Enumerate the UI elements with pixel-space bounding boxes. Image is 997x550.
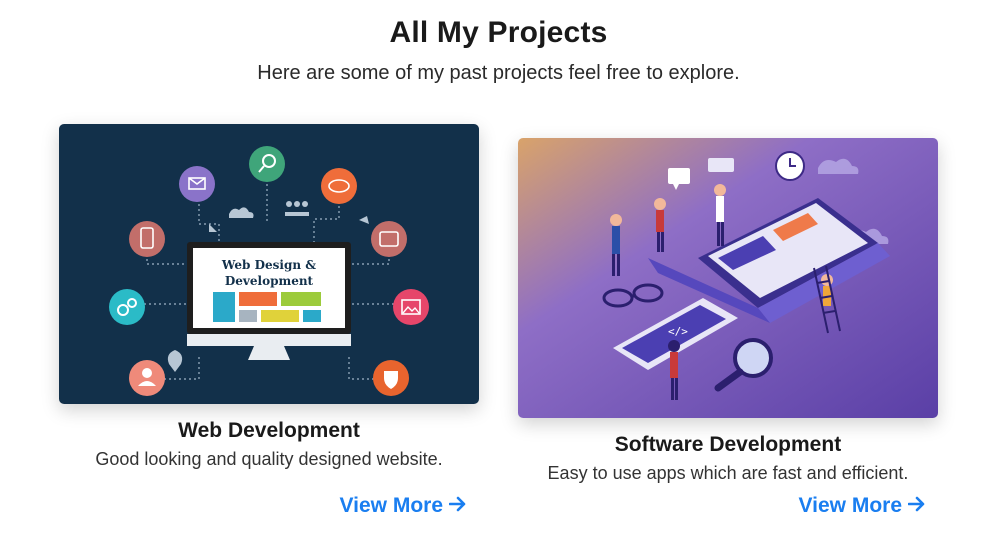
- svg-text:</>: </>: [668, 325, 688, 338]
- arrow-right-icon: [907, 494, 926, 518]
- page-title: All My Projects: [389, 16, 608, 49]
- project-title: Web Development: [178, 419, 360, 442]
- project-card-web-development: Web Design & Development Web Development…: [59, 124, 479, 517]
- view-more-link-web-development[interactable]: View More: [340, 494, 467, 518]
- project-title: Software Development: [614, 433, 842, 456]
- web-design-illustration: Web Design & Development: [59, 124, 479, 404]
- screen-text-1: Web Design &: [221, 258, 316, 272]
- view-more-label: View More: [339, 494, 443, 517]
- project-card-software-development: </> Software Development Easy to use app…: [518, 138, 938, 517]
- project-description: Good looking and quality designed websit…: [95, 449, 443, 469]
- view-more-label: View More: [798, 494, 902, 517]
- project-description: Easy to use apps which are fast and effi…: [547, 463, 909, 483]
- view-more-link-software-development[interactable]: View More: [799, 494, 926, 518]
- page-subtitle: Here are some of my past projects feel f…: [257, 62, 740, 84]
- arrow-right-icon: [448, 494, 467, 518]
- software-development-illustration: </>: [518, 138, 938, 418]
- screen-text-2: Development: [225, 274, 314, 288]
